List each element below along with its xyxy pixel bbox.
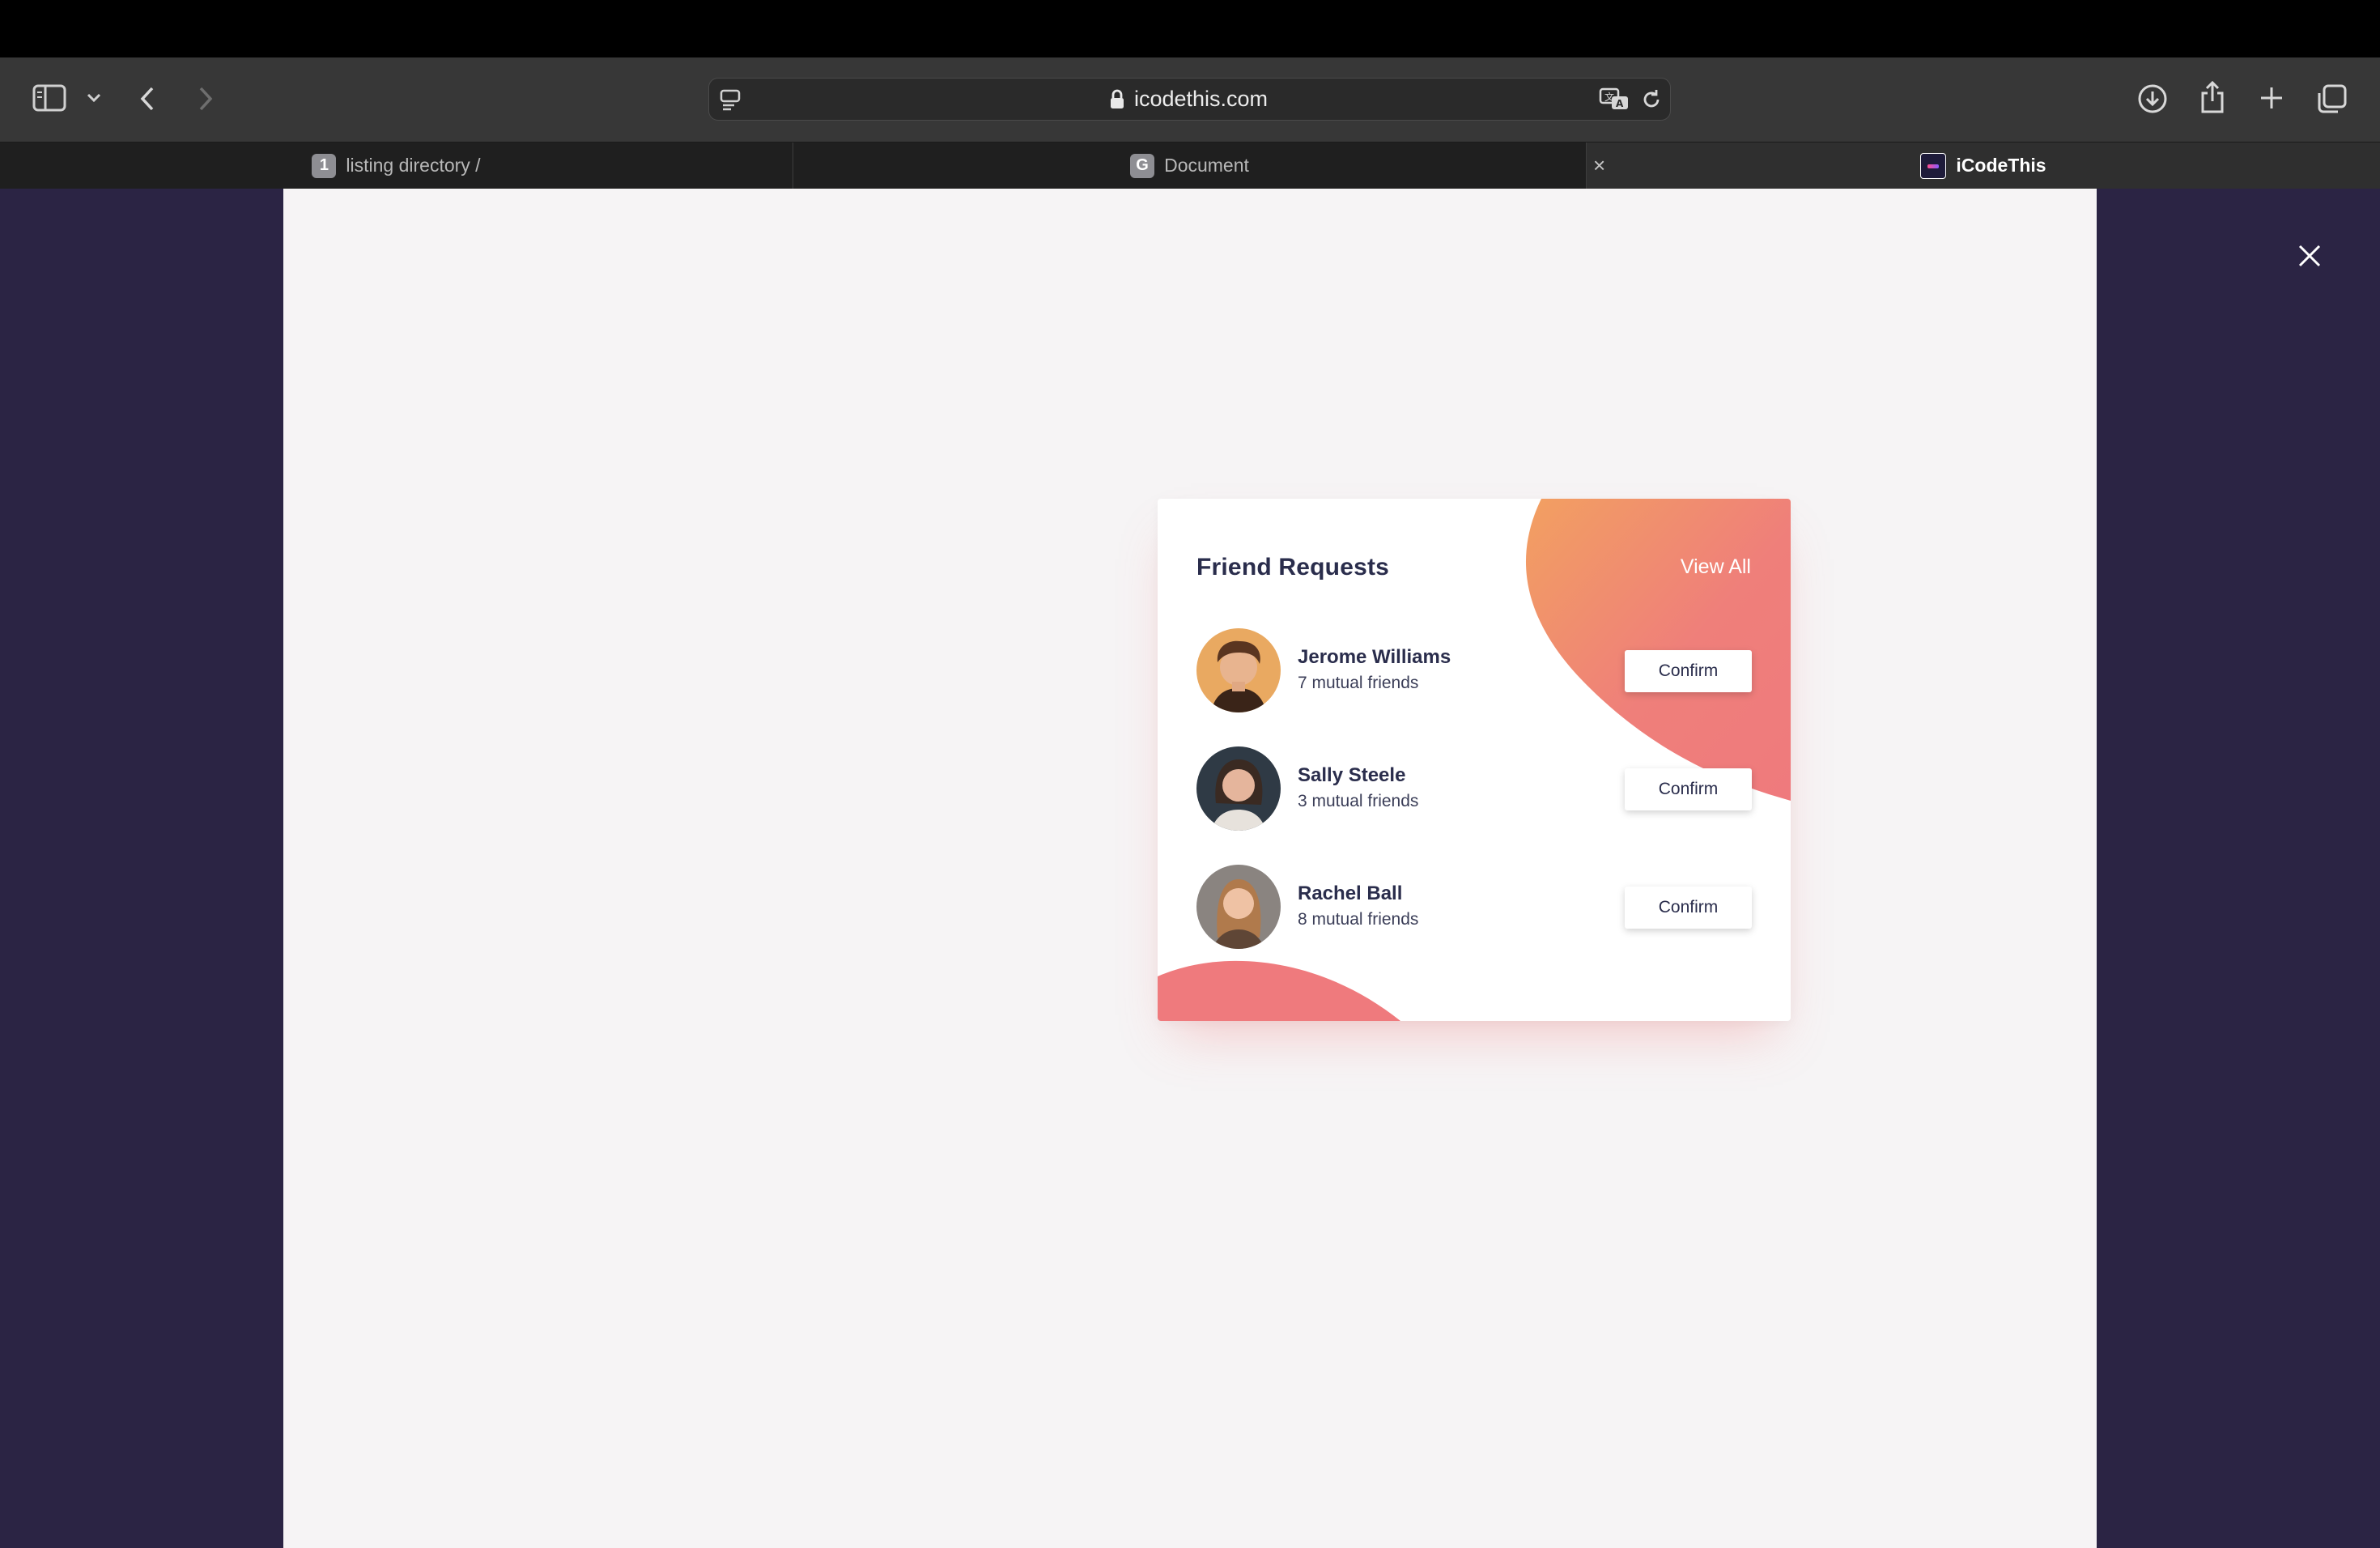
tab-icodethis[interactable]: iCodeThis bbox=[1587, 142, 2380, 189]
tab-favicon-badge: G bbox=[1130, 153, 1155, 178]
tab-title: iCodeThis bbox=[1956, 155, 2046, 176]
tab-strip: 1 listing directory / G Document iCodeTh… bbox=[0, 142, 2380, 189]
confirm-button[interactable]: Confirm bbox=[1625, 887, 1752, 929]
share-icon[interactable] bbox=[2199, 80, 2226, 114]
confirm-button[interactable]: Confirm bbox=[1625, 650, 1752, 692]
tab-title: listing directory / bbox=[346, 155, 481, 176]
chevron-down-icon[interactable] bbox=[86, 92, 102, 104]
mutual-friends-count: 8 mutual friends bbox=[1298, 910, 1419, 929]
confirm-button[interactable]: Confirm bbox=[1625, 768, 1752, 810]
mutual-friends-count: 7 mutual friends bbox=[1298, 674, 1419, 692]
friend-name[interactable]: Jerome Williams bbox=[1298, 646, 1451, 669]
avatar bbox=[1196, 628, 1281, 712]
mutual-friends-count: 3 mutual friends bbox=[1298, 792, 1419, 810]
new-tab-icon[interactable] bbox=[2259, 85, 2284, 111]
tab-title: Document bbox=[1164, 155, 1249, 176]
url-text[interactable]: icodethis.com bbox=[709, 79, 1670, 120]
friend-name[interactable]: Sally Steele bbox=[1298, 764, 1405, 787]
card-title: Friend Requests bbox=[1196, 554, 1390, 580]
view-all-link[interactable]: View All bbox=[1681, 555, 1751, 579]
forward-icon[interactable] bbox=[196, 85, 215, 113]
avatar bbox=[1196, 865, 1281, 949]
preview-canvas: Friend Requests View All Jerome Williams… bbox=[283, 189, 2097, 1548]
reload-icon[interactable] bbox=[1640, 88, 1663, 111]
browser-toolbar: icodethis.com 文A bbox=[0, 57, 2380, 142]
avatar bbox=[1196, 746, 1281, 831]
back-icon[interactable] bbox=[138, 85, 157, 113]
tab-close-icon[interactable]: × bbox=[1593, 154, 1605, 176]
tab-favicon-badge: 1 bbox=[312, 153, 337, 178]
translate-icon[interactable]: 文A bbox=[1599, 87, 1631, 113]
svg-text:文: 文 bbox=[1604, 91, 1614, 103]
friend-name[interactable]: Rachel Ball bbox=[1298, 882, 1402, 905]
friend-requests-card: Friend Requests View All Jerome Williams… bbox=[1158, 499, 1791, 1021]
sidebar-toggle-icon[interactable] bbox=[32, 84, 66, 112]
icodethis-favicon-icon bbox=[1920, 152, 1947, 179]
tab-document[interactable]: G Document bbox=[793, 142, 1587, 189]
tab-listing-directory[interactable]: 1 listing directory / bbox=[0, 142, 793, 189]
close-icon[interactable] bbox=[2296, 242, 2323, 270]
friend-request-item: Rachel Ball 8 mutual friends Confirm bbox=[1196, 865, 1752, 949]
address-bar[interactable]: icodethis.com 文A bbox=[708, 78, 1671, 121]
tab-overview-icon[interactable] bbox=[2317, 83, 2348, 114]
page-background: Friend Requests View All Jerome Williams… bbox=[0, 189, 2380, 1548]
friend-request-item: Sally Steele 3 mutual friends Confirm bbox=[1196, 746, 1752, 831]
svg-text:A: A bbox=[1616, 98, 1624, 109]
downloads-icon[interactable] bbox=[2137, 83, 2168, 114]
friend-request-item: Jerome Williams 7 mutual friends Confirm bbox=[1196, 628, 1752, 712]
